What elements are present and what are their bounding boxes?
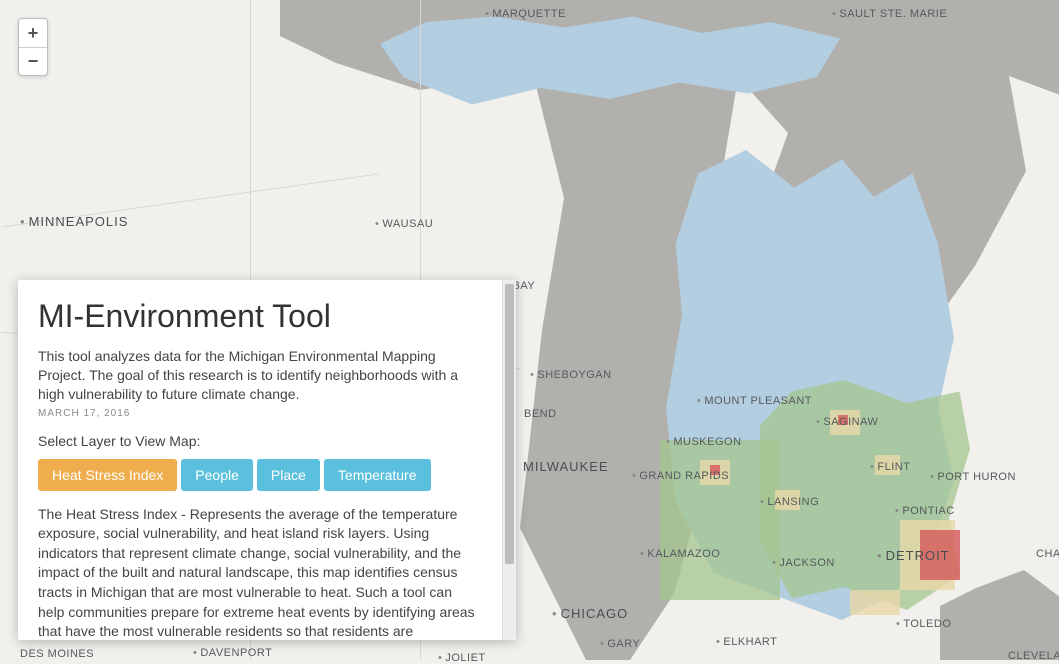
city-label: JOLIET — [438, 652, 486, 664]
city-label: GARY — [600, 638, 640, 650]
city-label: KALAMAZOO — [640, 548, 720, 560]
panel-scrollbar[interactable] — [502, 280, 516, 640]
city-label: MUSKEGON — [666, 436, 742, 448]
city-label: GRAND RAPIDS — [632, 470, 729, 482]
tab-heat-stress-index[interactable]: Heat Stress Index — [38, 459, 177, 491]
city-label: MARQUETTE — [485, 8, 566, 20]
city-label: DETROIT — [877, 548, 950, 563]
city-label: TOLEDO — [896, 618, 951, 630]
heat-layer-tan — [850, 590, 900, 615]
panel-description: This tool analyzes data for the Michigan… — [38, 347, 482, 404]
lake-erie — [940, 570, 1059, 660]
city-label: PORT HURON — [930, 471, 1016, 483]
city-label: CLEVELAND — [1008, 650, 1059, 662]
panel-body-text: The Heat Stress Index - Represents the a… — [38, 505, 482, 640]
city-label: CHA — [1036, 548, 1059, 560]
city-label: SAULT STE. MARIE — [832, 8, 947, 20]
panel-select-label: Select Layer to View Map: — [38, 433, 482, 449]
scroll-thumb[interactable] — [505, 284, 514, 564]
city-label: FLINT — [870, 461, 910, 473]
city-label: MILWAUKEE — [523, 459, 609, 474]
city-label: SAGINAW — [816, 416, 878, 428]
panel-date: MARCH 17, 2016 — [38, 408, 482, 419]
city-label: WAUSAU — [375, 218, 433, 230]
zoom-control: + − — [18, 18, 48, 76]
tab-temperature[interactable]: Temperature — [324, 459, 431, 491]
tab-place[interactable]: Place — [257, 459, 320, 491]
city-label: SHEBOYGAN — [530, 369, 612, 381]
city-label: PONTIAC — [895, 505, 955, 517]
city-label: DAVENPORT — [193, 647, 272, 659]
city-label: ELKHART — [716, 636, 777, 648]
layer-tabs: Heat Stress Index People Place Temperatu… — [38, 459, 482, 491]
city-label: LANSING — [760, 496, 819, 508]
zoom-in-button[interactable]: + — [19, 19, 47, 47]
city-label: CHICAGO — [552, 606, 628, 621]
panel-title: MI-Environment Tool — [38, 298, 482, 335]
info-panel: MI-Environment Tool This tool analyzes d… — [18, 280, 516, 640]
zoom-out-button[interactable]: − — [19, 47, 47, 75]
city-label: BEND — [524, 408, 557, 420]
city-label: JACKSON — [772, 557, 835, 569]
tab-people[interactable]: People — [181, 459, 253, 491]
city-label: MOUNT PLEASANT — [697, 395, 812, 407]
city-label: DES MOINES — [20, 648, 94, 660]
city-label: MINNEAPOLIS — [20, 214, 128, 229]
